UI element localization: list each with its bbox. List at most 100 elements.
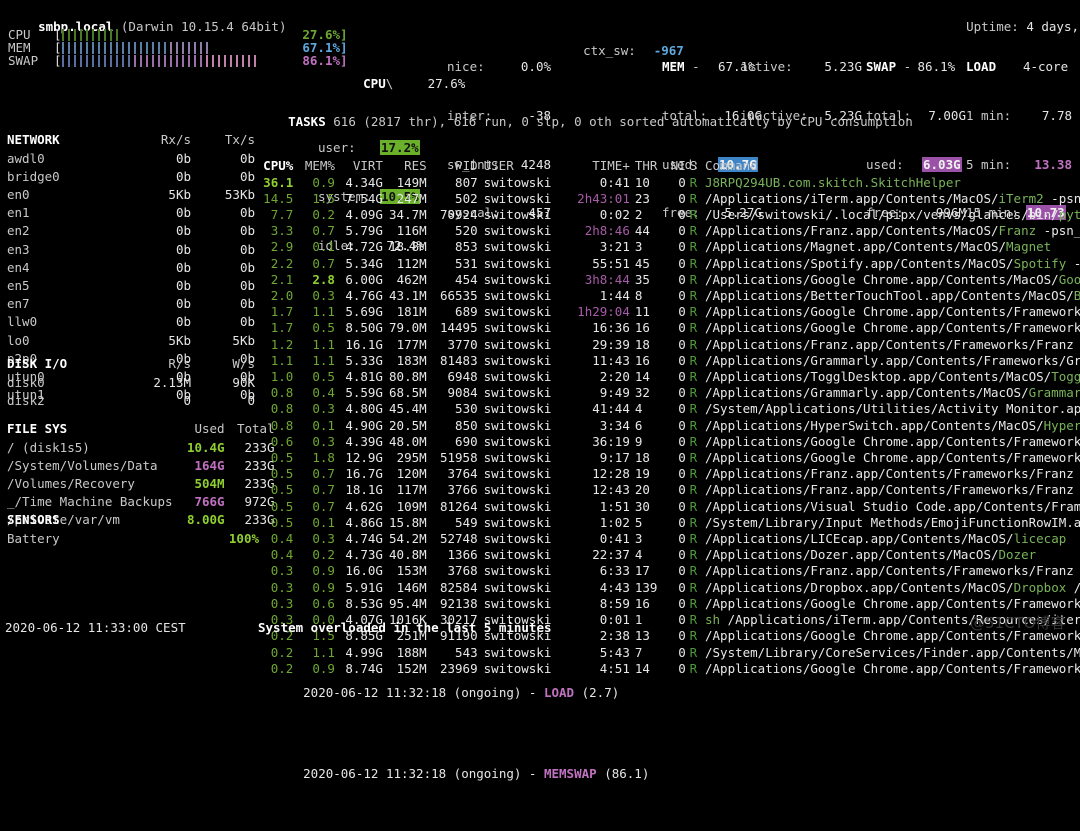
proc-user: switowski	[483, 223, 552, 239]
proc-mem: 0.1	[312, 239, 335, 255]
process-row[interactable]: 1.7 0.5 8.50G 79.0M 14495 switowski 16:36 16 0 R /…	[256, 320, 1080, 336]
proc-res: 18.8M	[389, 239, 427, 255]
process-row[interactable]: 0.5 0.7 4.62G 109M 81264 switowski 1:51 30 0 R/Ap…	[256, 499, 1080, 515]
proc-command: /Applications/Google Chrome.app/Contents…	[701, 661, 1080, 677]
proc-command-path: /Applications/Magnet.app/Contents/MacOS/	[705, 239, 1007, 255]
proc-command: /Applications/Visual Studio Code.app/Con…	[701, 499, 1080, 515]
process-row[interactable]: 0.8 0.3 4.80G 45.4M 530 switowski 41:44 4 0 R/Sys…	[256, 401, 1080, 417]
proc-time: 9:17	[599, 450, 630, 466]
load-1min-value: 7.78	[1041, 108, 1072, 124]
gauge-tick	[169, 55, 172, 67]
process-row[interactable]: 0.4 0.2 4.73G 40.8M 1366 switowski 22:37 4 0 R/Ap…	[256, 547, 1080, 563]
process-row[interactable]: 2.1 2.8 6.00G 462M 454 switowski 3h8:44 35 0 R/Ap…	[256, 272, 1080, 288]
proc-nice: 0	[678, 514, 686, 530]
proc-command: /Applications/Magnet.app/Contents/MacOS/…	[701, 239, 1080, 255]
process-row[interactable]: 1.7 1.1 5.69G 181M 689 switowski 1h29:04 11 0 R/A…	[256, 304, 1080, 320]
col-res[interactable]: RES	[383, 158, 427, 174]
proc-pid: 850	[455, 417, 478, 433]
proc-thr: 11	[634, 304, 650, 320]
network-iface: en2	[7, 223, 30, 239]
proc-command: /Applications/LICEcap.app/Contents/MacOS…	[701, 531, 1080, 547]
proc-cpu: 2.2	[270, 255, 294, 271]
process-row[interactable]: 1.2 1.1 16.1G 177M 3770 switowski 29:39 18 0 R/Ap…	[256, 337, 1080, 353]
process-row[interactable]: 0.3 0.9 16.0G 153M 3768 switowski 6:33 17 0 R/App…	[256, 563, 1080, 579]
proc-user: switowski	[483, 255, 552, 271]
process-row[interactable]: 0.5 1.8 12.9G 295M 51958 switowski 9:17 18 0 R/Ap…	[256, 450, 1080, 466]
network-row: en7 0b 0b	[7, 296, 255, 312]
proc-virt: 5.59G	[345, 385, 383, 401]
process-row[interactable]: 1.0 0.5 4.81G 80.8M 6948 switowski 2:20 14 0 R/Ap…	[256, 369, 1080, 385]
network-rx: 0b	[175, 259, 191, 275]
proc-cpu: 1.2	[270, 336, 294, 352]
proc-pid: 530	[455, 401, 478, 417]
proc-virt: 4.90G	[345, 417, 383, 433]
proc-pid: 853	[455, 239, 478, 255]
proc-time: 36:19	[592, 433, 630, 449]
proc-mem: 0.3	[312, 531, 335, 547]
diskio-col-w: W/s	[232, 356, 255, 372]
proc-mem: 0.2	[312, 547, 335, 563]
col-time[interactable]: TIME+	[569, 158, 630, 174]
col-ni[interactable]: NI	[666, 158, 686, 174]
col-state[interactable]: S	[686, 158, 701, 174]
proc-virt: 18.1G	[345, 482, 383, 498]
process-row[interactable]: 2.9 0.1 4.72G 18.8M 853 switowski 3:21 3 0 R/Appl…	[256, 239, 1080, 255]
process-row[interactable]: 2.2 0.7 5.34G 112M 531 switowski 55:51 45 0 R/App…	[256, 256, 1080, 272]
proc-nice: 0	[678, 579, 686, 595]
col-cpu-percent[interactable]: CPU%	[256, 158, 293, 174]
proc-time: 22:37	[592, 547, 630, 563]
network-tx: 0b	[239, 241, 255, 257]
gauge-tick	[67, 55, 70, 67]
proc-pid: 52748	[439, 531, 478, 547]
process-row[interactable]: 0.8 0.1 4.90G 20.5M 850 switowski 3:34 6 0 R/Appl…	[256, 418, 1080, 434]
proc-command: /Applications/Google Chrome.app/Contents…	[701, 304, 1080, 320]
proc-state: R	[689, 288, 698, 304]
col-user[interactable]: USER	[478, 158, 569, 174]
process-row[interactable]: 14.5 1.5 7.54G 247M 502 switowski 2h43:01 23 0 R /…	[256, 191, 1080, 207]
proc-command: /Applications/iTerm.app/Contents/MacOS/i…	[701, 191, 1080, 207]
load-panel-title: LOAD	[966, 59, 997, 75]
sensors-row: Battery 100%	[7, 531, 259, 547]
col-virt[interactable]: VIRT	[335, 158, 383, 174]
process-row[interactable]: 2.0 0.3 4.76G 43.1M 66535 switowski 1:44 8 0 R/Ap…	[256, 288, 1080, 304]
network-row: en5 0b 0b	[7, 278, 255, 294]
proc-state: R	[689, 239, 698, 255]
proc-user: switowski	[483, 190, 552, 206]
filesys-mount: /System/Volumes/Data	[7, 457, 158, 473]
proc-cpu: 0.6	[270, 433, 294, 449]
process-row[interactable]: 0.5 0.1 4.86G 15.8M 549 switowski 1:02 5 0 R/Syst…	[256, 515, 1080, 531]
swap-panel-title: SWAP	[866, 59, 897, 75]
col-mem-percent[interactable]: MEM%	[293, 158, 335, 174]
col-pid[interactable]: PID	[427, 158, 478, 174]
proc-time: 29:39	[592, 336, 630, 352]
process-row[interactable]: 0.6 0.3 4.39G 48.0M 690 switowski 36:19 9 0 R/App…	[256, 434, 1080, 450]
process-row[interactable]: 3.3 0.7 5.79G 116M 520 switowski 2h8:46 44 0 R/Ap…	[256, 223, 1080, 239]
process-row[interactable]: 7.7 0.2 4.09G 34.7M 70924 switowski 0:02 2 0 R/Us…	[256, 207, 1080, 223]
process-row[interactable]: 0.5 0.7 18.1G 117M 3766 switowski 12:43 20 0 R/Ap…	[256, 482, 1080, 498]
process-row[interactable]: 0.5 0.7 16.7G 120M 3764 switowski 12:28 19 0 R/Ap…	[256, 466, 1080, 482]
proc-state: R	[689, 547, 698, 563]
process-row[interactable]: 36.1 0.9 4.34G 149M 807 switowski 0:41 10 0 R J8RP…	[256, 175, 1080, 191]
proc-time: 0:41	[599, 174, 630, 190]
gauge-tick	[193, 55, 196, 67]
process-row[interactable]: 0.8 0.4 5.59G 68.5M 9084 switowski 9:49 32 0 R/Ap…	[256, 385, 1080, 401]
col-command[interactable]: Command	[701, 158, 1080, 174]
network-tx: 0b	[239, 205, 255, 221]
proc-state: R	[689, 190, 698, 206]
network-iface: en0	[7, 187, 30, 203]
proc-state: R	[689, 369, 698, 385]
proc-time: 3:21	[599, 239, 630, 255]
col-thr[interactable]: THR	[630, 158, 666, 174]
proc-virt: 4.62G	[345, 498, 383, 514]
process-row[interactable]: 0.4 0.3 4.74G 54.2M 52748 switowski 0:41 3 0 R/Ap…	[256, 531, 1080, 547]
proc-nice: 0	[678, 369, 686, 385]
proc-command-path: /Applications/Franz.app/Contents/Framewo…	[705, 563, 1080, 579]
proc-command-name: Google Chrome	[1058, 271, 1080, 287]
process-row[interactable]: 1.1 1.1 5.33G 183M 81483 switowski 11:43 16 0 R/A…	[256, 353, 1080, 369]
quicklook-gauges: CPU[27.6%] MEM[67.1%] SWAP[86.1%]	[8, 27, 348, 68]
proc-mem: 2.8	[312, 271, 335, 287]
proc-res: 48.0M	[389, 433, 427, 449]
alerts-title: System overloaded in the last 5 minutes	[258, 620, 552, 636]
gauge-tick	[199, 55, 202, 67]
proc-nice: 0	[678, 498, 686, 514]
